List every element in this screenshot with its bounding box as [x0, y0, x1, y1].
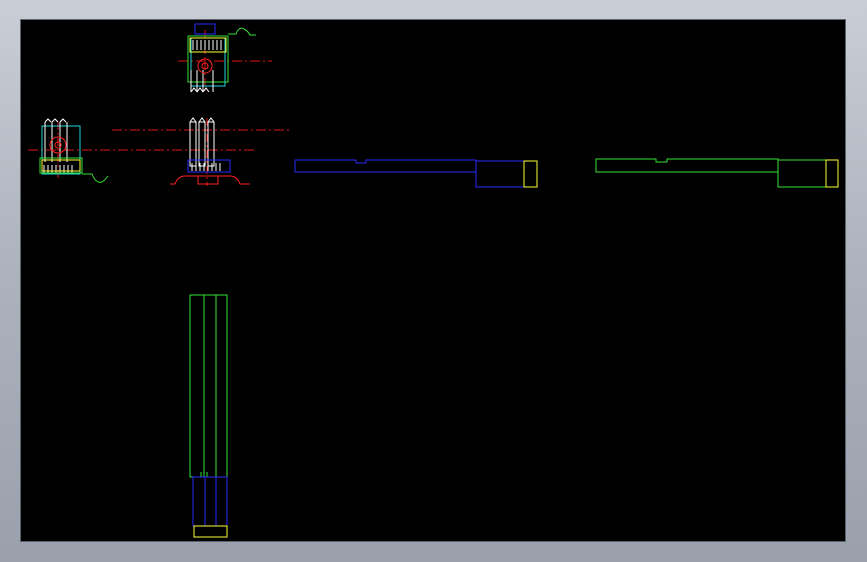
blue-profile-end-cap [523, 160, 538, 188]
vertical-profile-blue-base [192, 476, 228, 527]
front-view-fins [189, 117, 215, 167]
front-view-base-profile [170, 175, 250, 185]
top-view-cyan-frame [190, 37, 226, 87]
vertical-profile-end-cap [193, 525, 228, 538]
top-view-teeth [190, 40, 222, 93]
front-view [112, 117, 292, 186]
left-view [28, 118, 256, 183]
front-view-base-cut [197, 176, 219, 185]
green-profile-bar [595, 158, 779, 173]
blue-profile [294, 159, 538, 188]
blue-profile-step [475, 160, 525, 188]
top-view-body [187, 35, 229, 83]
blue-profile-bar [294, 159, 477, 173]
left-view-tab [82, 173, 109, 183]
front-view-teeth [191, 163, 221, 171]
green-profile-end-cap [825, 159, 839, 188]
top-view-tab [228, 27, 256, 36]
green-profile [595, 158, 839, 188]
vertical-profile-outer [189, 294, 228, 478]
top-view [178, 23, 272, 93]
vertical-profile [189, 294, 228, 538]
green-profile-step [777, 159, 827, 188]
cad-drawing [28, 23, 839, 538]
